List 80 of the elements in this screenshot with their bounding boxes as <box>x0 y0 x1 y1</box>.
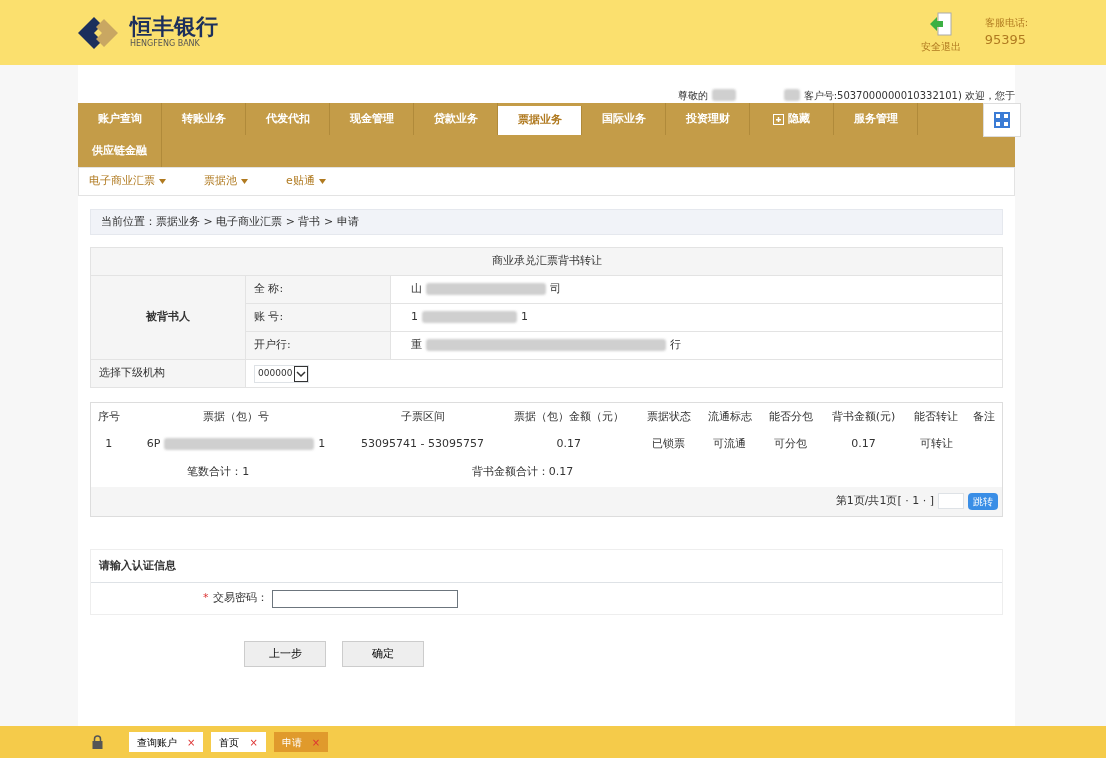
nav-tab[interactable]: 投资理财 <box>666 103 750 135</box>
submenu-dropdown[interactable]: 电子商业汇票 <box>89 173 166 190</box>
column-header: 流通标志 <box>699 402 761 431</box>
window-tab[interactable]: 首页 × <box>211 732 266 752</box>
breadcrumb: 当前位置：票据业务 > 电子商业汇票 > 背书 > 申请 <box>101 213 359 230</box>
column-header: 票据状态 <box>638 402 700 431</box>
table-cell: 可转让 <box>919 437 953 451</box>
nav-tab[interactable]: 供应链金融 <box>78 135 162 167</box>
nav-tab[interactable]: 票据业务 <box>498 106 582 135</box>
form-button[interactable]: 上一步 <box>244 641 326 667</box>
grid-menu-button[interactable] <box>983 103 1021 137</box>
page-input[interactable] <box>938 493 964 510</box>
table-cell: 0.17 <box>851 437 876 451</box>
required-mark: * <box>203 590 209 607</box>
window-tab[interactable]: 申请 × <box>273 732 329 752</box>
column-header: 子票区间 <box>345 402 500 431</box>
amount-total: 背书金额合计：0.17 <box>471 465 574 479</box>
caret-icon <box>241 178 248 184</box>
count-total: 笔数合计：1 <box>187 465 250 479</box>
branch-select[interactable]: 000000 <box>254 364 310 383</box>
grid-icon <box>994 112 1010 128</box>
table-cell: 1 <box>318 437 326 451</box>
redaction-mark <box>711 89 736 101</box>
caret-icon <box>318 178 326 184</box>
hotline-number: 95395 <box>984 31 1027 50</box>
party-label: 被背书人 <box>146 310 190 324</box>
window-tab[interactable]: 查询账户 × <box>129 732 204 752</box>
nav-tab[interactable]: 国际业务 <box>582 103 666 135</box>
field-value: 1 <box>521 310 528 324</box>
caret-icon <box>159 178 166 184</box>
pagination-text: 第1页/共1页[ · 1 · ] <box>835 493 934 509</box>
table-cell: 53095741 - 53095757 <box>361 437 485 451</box>
nav-tab[interactable]: 转账业务 <box>162 103 246 135</box>
section-title: 请输入认证信息 <box>99 557 176 574</box>
password-field[interactable] <box>271 589 458 608</box>
field-label: 交易密码： <box>212 590 268 607</box>
jump-button[interactable]: 跳转 <box>968 492 998 510</box>
column-header: 票据（包）号 <box>126 402 346 431</box>
close-icon[interactable]: × <box>249 734 258 750</box>
field-label: 开户行: <box>254 338 291 352</box>
customer-number-text: 客户号:5037000000010332101) 欢迎，您于 <box>803 88 1015 103</box>
column-header: 票据（包）金额（元） <box>499 402 639 431</box>
table-cell: 可分包 <box>774 437 808 451</box>
hotline-label: 客服电话: <box>984 16 1028 31</box>
collapse-icon <box>773 113 784 125</box>
nav-tab[interactable]: 隐藏 <box>750 103 834 135</box>
column-header: 能否分包 <box>760 402 822 431</box>
nav-tab[interactable]: 账户查询 <box>78 103 162 135</box>
welcome-text: 尊敬的 <box>677 88 708 103</box>
field-label: 全 称: <box>254 282 284 296</box>
field-value: 山 <box>411 282 422 296</box>
nav-tab[interactable]: 现金管理 <box>330 103 414 135</box>
field-value: 行 <box>670 338 681 352</box>
field-value: 重 <box>411 338 422 352</box>
form-button[interactable]: 确定 <box>342 641 424 667</box>
close-icon[interactable]: × <box>311 734 321 750</box>
column-header: 背书金额(元) <box>821 402 906 431</box>
table-cell: 已锁票 <box>652 437 686 451</box>
nav-tab[interactable]: 服务管理 <box>834 103 918 135</box>
branch-label: 选择下级机构 <box>99 366 165 380</box>
table-cell: 6P <box>146 437 161 451</box>
column-header: 序号 <box>90 402 127 431</box>
table-cell: 0.17 <box>556 437 582 451</box>
close-icon[interactable]: × <box>187 734 196 750</box>
table-cell: 1 <box>105 437 113 451</box>
lock-icon[interactable] <box>92 735 103 749</box>
submenu-dropdown[interactable]: 票据池 <box>204 173 248 190</box>
table-cell: 可流通 <box>713 437 747 451</box>
bank-name: 恒丰银行 <box>130 15 218 38</box>
bank-name-english: HENGFENG BANK <box>130 38 201 50</box>
field-value: 司 <box>550 282 561 296</box>
column-header: 能否转让 <box>905 402 967 431</box>
field-label: 账 号: <box>254 310 284 324</box>
column-header: 备注 <box>966 402 1003 431</box>
logout-link[interactable]: 安全退出 <box>920 39 961 54</box>
field-value: 1 <box>411 310 418 324</box>
submenu-dropdown[interactable]: e贴通 <box>286 173 326 190</box>
form-title: 商业承兑汇票背书转让 <box>491 254 602 268</box>
redaction-mark <box>783 89 800 101</box>
nav-tab[interactable]: 代发代扣 <box>246 103 330 135</box>
